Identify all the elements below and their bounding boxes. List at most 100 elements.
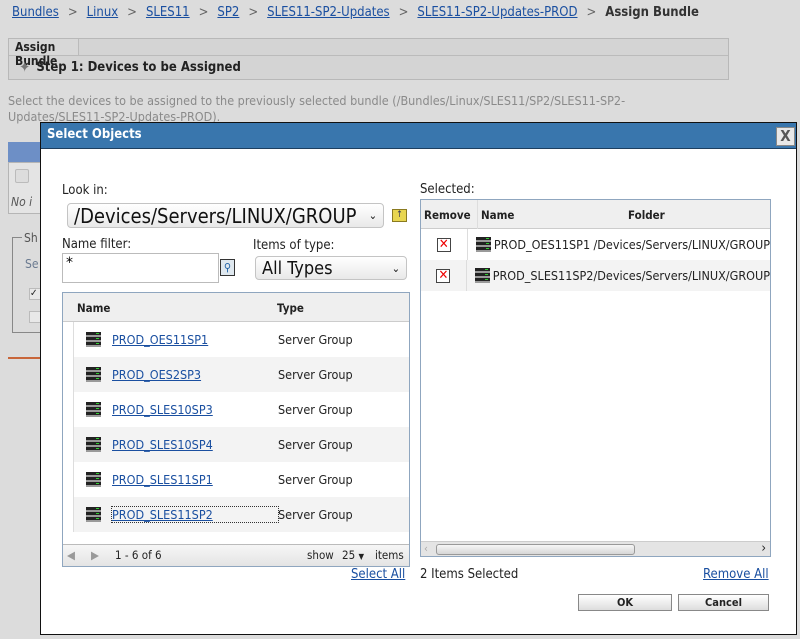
items-of-type-label: Items of type:: [253, 238, 335, 253]
col-remove: Remove: [424, 208, 471, 222]
pager-show-label: show: [307, 548, 334, 562]
step-label: Step 1: Devices to be Assigned: [36, 59, 241, 75]
selected-label: Selected:: [420, 182, 475, 197]
grid-pager: ◀ ▶ 1 - 6 of 6 show 25 ▼ items: [63, 544, 409, 566]
page-size-value: 25: [342, 548, 356, 562]
chevron-down-icon: ⌄: [391, 261, 400, 275]
close-icon[interactable]: X: [776, 127, 795, 146]
table-row[interactable]: PROD_OES2SP3 Server Group: [73, 357, 409, 392]
selected-folder: /Devices/Servers/LINUX/GROUP: [593, 268, 770, 283]
items-of-type-select[interactable]: All Types ⌄: [255, 256, 407, 280]
breadcrumb-updates-prod[interactable]: SLES11-SP2-Updates-PROD: [417, 5, 577, 20]
next-page-icon[interactable]: ▶: [91, 548, 99, 562]
selected-name: PROD_SLES11SP2: [492, 268, 594, 283]
bg-divider: [8, 357, 42, 359]
folder-up-icon[interactable]: ↑: [392, 209, 407, 222]
col-name[interactable]: Name: [77, 301, 110, 315]
object-name-link[interactable]: PROD_SLES11SP2: [111, 506, 279, 523]
look-in-value: /Devices/Servers/LINUX/GROUP: [74, 203, 357, 228]
col-type[interactable]: Type: [277, 301, 304, 315]
object-name-link[interactable]: PROD_OES11SP1: [112, 332, 278, 347]
grid-header: Name Type: [63, 293, 409, 322]
grid-header: Remove Name Folder: [421, 200, 770, 229]
object-type: Server Group: [278, 332, 353, 347]
server-group-icon: [86, 402, 101, 417]
bg-no-items: No i: [11, 195, 33, 209]
select-all-link[interactable]: Select All: [351, 567, 405, 582]
bg-fieldset-label: Sh: [22, 231, 40, 245]
dialog-title-bar: Select Objects X: [41, 123, 796, 149]
selected-folder: /Devices/Servers/LINUX/GROUP: [593, 237, 770, 252]
breadcrumb-sp2[interactable]: SP2: [217, 5, 239, 20]
server-group-icon: [474, 268, 490, 283]
chevron-right-icon: >: [127, 5, 137, 20]
cancel-button[interactable]: Cancel: [678, 594, 769, 611]
breadcrumb-sles11[interactable]: SLES11: [146, 5, 190, 20]
object-name-link[interactable]: PROD_SLES10SP4: [112, 437, 278, 452]
server-group-icon: [475, 237, 491, 252]
remove-all-link[interactable]: Remove All: [703, 567, 769, 582]
breadcrumb-current: Assign Bundle: [605, 5, 699, 20]
items-of-type-value: All Types: [262, 257, 333, 279]
server-group-icon: [86, 437, 101, 452]
pager-items-label: items: [375, 548, 404, 562]
chevron-right-icon: >: [67, 5, 78, 20]
selected-objects-grid: Remove Name Folder ✕ PROD_OES11SP1 /Devi…: [420, 199, 771, 557]
ok-button[interactable]: OK: [578, 594, 672, 611]
caret-down-icon: ▼: [358, 552, 365, 561]
dialog-title: Select Objects: [47, 127, 142, 142]
breadcrumb-updates[interactable]: SLES11-SP2-Updates: [267, 5, 389, 20]
chevron-down-icon: ⌄: [368, 209, 377, 222]
server-group-icon: [86, 507, 101, 522]
breadcrumb-linux[interactable]: Linux: [87, 5, 119, 20]
object-type: Server Group: [278, 472, 353, 487]
object-type: Server Group: [278, 437, 353, 452]
scroll-left-icon[interactable]: ‹: [424, 542, 428, 555]
remove-icon[interactable]: ✕: [436, 268, 451, 283]
chevron-right-icon: >: [198, 5, 209, 20]
object-name-link[interactable]: PROD_SLES11SP1: [112, 472, 278, 487]
assign-bundle-panel: Assign Bundle ✦ Step 1: Devices to be As…: [8, 38, 729, 80]
breadcrumb-bundles[interactable]: Bundles: [12, 5, 59, 20]
bg-grid-header: [8, 142, 42, 162]
look-in-select[interactable]: /Devices/Servers/LINUX/GROUP ⌄: [67, 203, 384, 228]
bg-checkbox: [15, 169, 29, 183]
remove-icon[interactable]: ✕: [436, 237, 451, 252]
object-type: Server Group: [278, 402, 353, 417]
look-in-label: Look in:: [62, 183, 108, 198]
search-icon[interactable]: ⚲: [220, 259, 235, 276]
page-size-select[interactable]: 25 ▼: [342, 548, 364, 562]
col-name[interactable]: Name: [481, 208, 514, 222]
wand-icon: ✦: [19, 58, 31, 76]
chevron-right-icon: >: [398, 5, 409, 20]
selected-row: ✕ PROD_SLES11SP2 /Devices/Servers/LINUX/…: [421, 260, 770, 291]
col-folder[interactable]: Folder: [628, 208, 665, 222]
selected-row: ✕ PROD_OES11SP1 /Devices/Servers/LINUX/G…: [421, 229, 770, 260]
name-filter-label: Name filter:: [62, 237, 132, 252]
bg-text: Se: [25, 257, 39, 271]
available-objects-grid: Name Type PROD_OES11SP1 Server Group PRO…: [62, 292, 410, 567]
prev-page-icon[interactable]: ◀: [67, 548, 75, 562]
panel-tab: Assign Bundle: [9, 39, 79, 68]
table-row[interactable]: PROD_OES11SP1 Server Group: [73, 322, 409, 357]
pager-range: 1 - 6 of 6: [115, 548, 162, 562]
breadcrumb: Bundles > Linux > SLES11 > SP2 > SLES11-SP2-…: [12, 5, 699, 20]
table-row[interactable]: PROD_SLES11SP2 Server Group: [73, 497, 409, 532]
chevron-right-icon: >: [586, 5, 597, 20]
object-type: Server Group: [278, 367, 353, 382]
object-type: Server Group: [278, 507, 353, 522]
chevron-right-icon: >: [248, 5, 259, 20]
object-name-link[interactable]: PROD_SLES10SP3: [112, 402, 278, 417]
server-group-icon: [86, 472, 101, 487]
selected-name: PROD_OES11SP1: [493, 237, 591, 252]
scroll-right-icon[interactable]: ›: [761, 541, 766, 556]
horizontal-scrollbar[interactable]: ‹ ›: [421, 541, 770, 556]
object-name-link[interactable]: PROD_OES2SP3: [112, 367, 278, 382]
description: Select the devices to be assigned to the…: [8, 93, 626, 124]
scrollbar-thumb[interactable]: [436, 544, 635, 555]
selected-count: 2 Items Selected: [420, 567, 519, 582]
name-filter-input[interactable]: [62, 253, 219, 283]
table-row[interactable]: PROD_SLES10SP3 Server Group: [73, 392, 409, 427]
table-row[interactable]: PROD_SLES11SP1 Server Group: [73, 462, 409, 497]
table-row[interactable]: PROD_SLES10SP4 Server Group: [73, 427, 409, 462]
